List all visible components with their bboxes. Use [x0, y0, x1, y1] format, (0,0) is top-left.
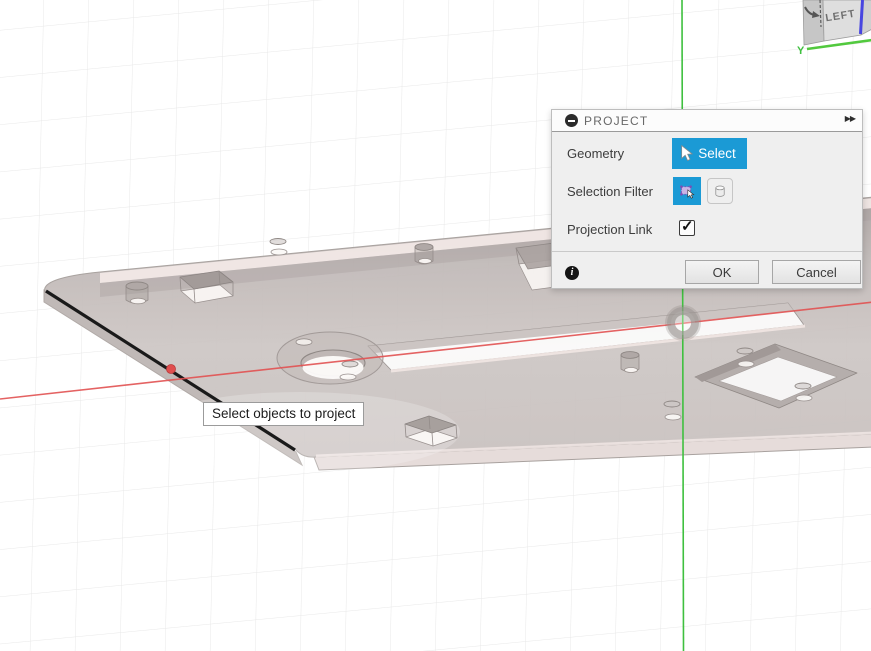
expand-fast-forward-icon[interactable]: ▶▶	[845, 114, 855, 123]
status-tooltip: Select objects to project	[203, 402, 364, 426]
cancel-button[interactable]: Cancel	[772, 260, 861, 284]
projection-link-checkbox[interactable]: ✓	[679, 220, 695, 236]
origin-marker[interactable]	[666, 306, 700, 340]
ok-button[interactable]: OK	[685, 260, 759, 284]
fusion-viewport: LEFT Y Select objects to project PROJECT…	[0, 0, 871, 651]
viewport-3d-canvas[interactable]: LEFT Y	[0, 0, 871, 651]
dialog-footer-separator	[552, 251, 862, 252]
collapse-dot-icon[interactable]	[565, 114, 578, 127]
cylinder-body-icon	[714, 181, 726, 202]
geometry-select-label: Select	[698, 146, 736, 161]
viewcube-y-axis-label: Y	[797, 45, 805, 57]
selection-point[interactable]	[167, 365, 176, 374]
project-dialog: PROJECT ▶▶ Geometry Select Selection Fil…	[551, 109, 863, 289]
dialog-header[interactable]: PROJECT ▶▶	[552, 110, 862, 132]
geometry-label: Geometry	[567, 146, 624, 161]
standoff-cylinder	[415, 244, 433, 264]
filter-body-button-active[interactable]	[673, 177, 701, 205]
geometry-select-button[interactable]: Select	[672, 138, 747, 169]
filter-body-type-button[interactable]	[707, 178, 733, 204]
checkmark-icon: ✓	[681, 217, 694, 235]
info-icon[interactable]: i	[565, 266, 579, 280]
selection-filter-label: Selection Filter	[567, 184, 653, 199]
projection-link-label: Projection Link	[567, 222, 652, 237]
cursor-arrow-icon	[681, 145, 693, 162]
standoff-cylinder	[621, 352, 639, 373]
selection-window-icon	[679, 181, 695, 202]
dialog-title: PROJECT	[584, 114, 648, 128]
viewcube-blue-edge	[861, 0, 863, 34]
standoff-cylinder	[126, 282, 148, 304]
